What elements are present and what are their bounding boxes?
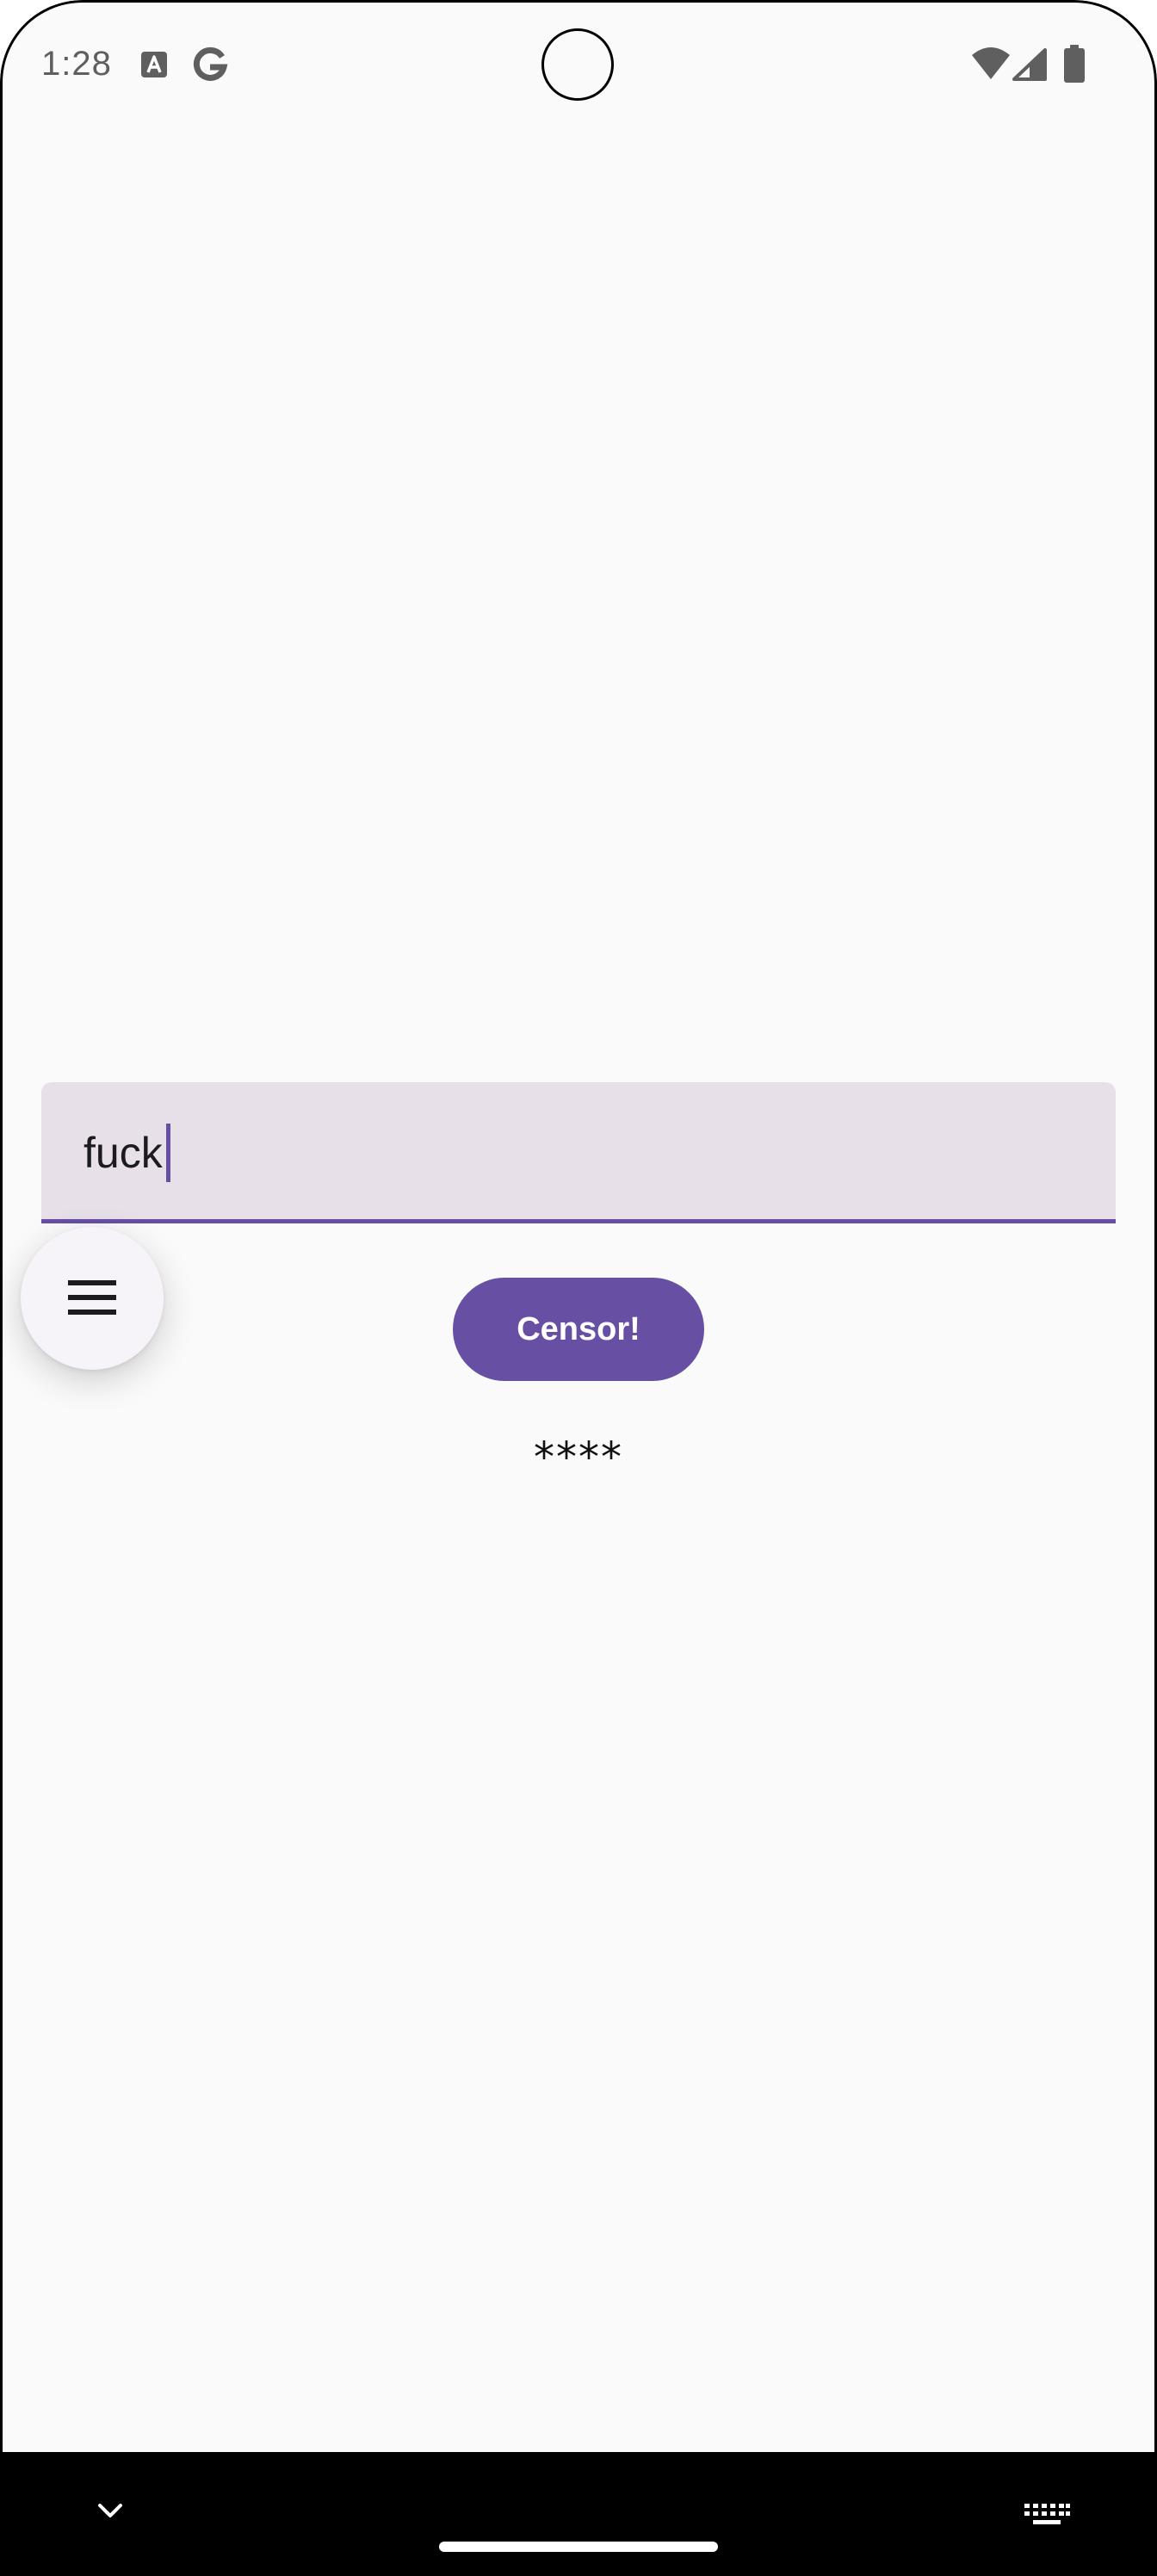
censored-result-text: **** [534, 1434, 623, 1482]
google-g-icon [191, 46, 229, 89]
text-input-field[interactable]: fuck [41, 1082, 1116, 1223]
signal-icon [1012, 48, 1047, 85]
menu-icon [68, 1280, 116, 1315]
status-bar: 1:28 [0, 0, 1157, 131]
phone-screen: 1:28 fuck Censor! **** [0, 0, 1157, 2576]
camera-cutout [541, 28, 614, 101]
chevron-down-icon[interactable] [95, 2500, 126, 2525]
keyboard-icon[interactable] [1023, 2502, 1071, 2532]
home-handle[interactable] [439, 2542, 718, 2552]
text-a-icon [140, 51, 168, 83]
status-time: 1:28 [41, 45, 112, 83]
menu-fab-button[interactable] [21, 1227, 164, 1370]
censor-button[interactable]: Censor! [453, 1278, 704, 1381]
wifi-icon [971, 46, 1011, 85]
text-cursor [166, 1124, 170, 1182]
navigation-bar [0, 2452, 1157, 2576]
text-input-value[interactable]: fuck [84, 1125, 163, 1180]
battery-icon [1064, 45, 1085, 87]
